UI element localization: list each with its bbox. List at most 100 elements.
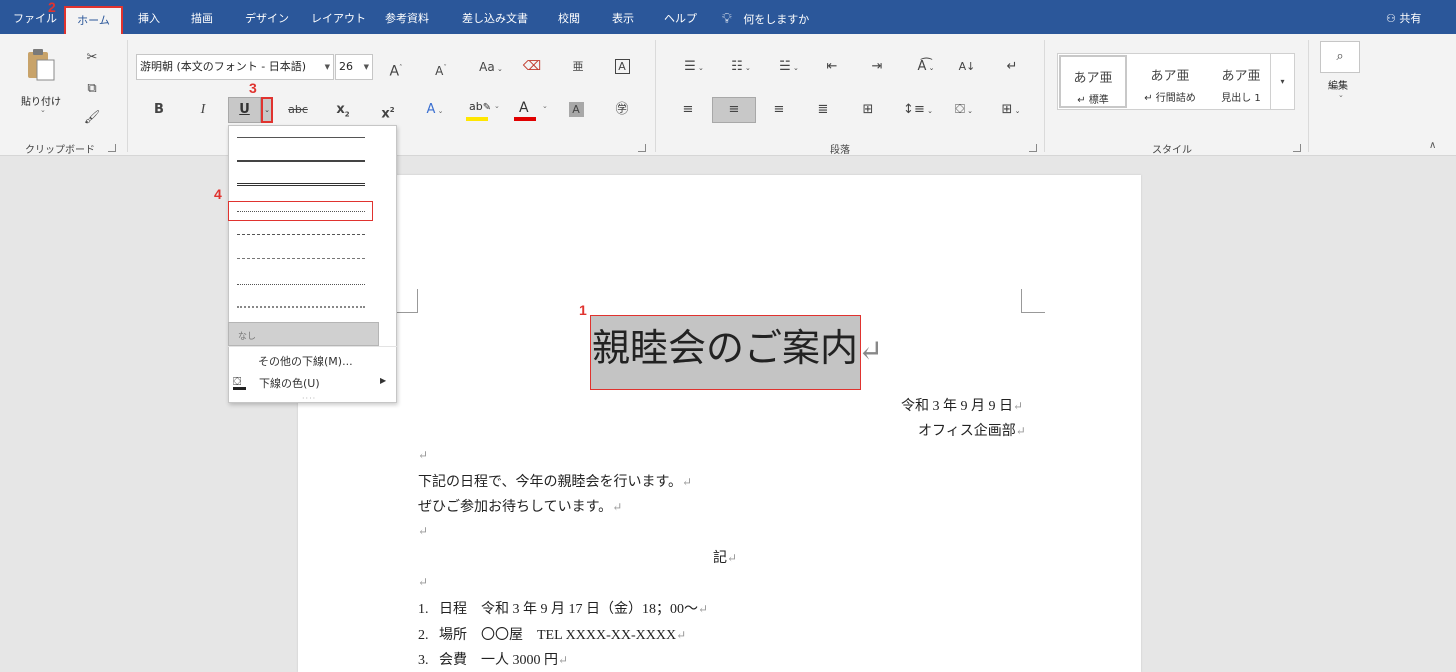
- tab-home[interactable]: ホーム: [64, 6, 123, 34]
- distributed-icon[interactable]: ⊞: [858, 100, 878, 120]
- tell-me-label: 何をしますか: [743, 13, 810, 26]
- styles-group-label: スタイル: [1152, 145, 1192, 156]
- align-left-icon[interactable]: ≡: [678, 100, 698, 120]
- font-name-select[interactable]: 游明朝 (本文のフォント - 日本語) ▼: [136, 54, 334, 80]
- bold-button[interactable]: B: [149, 100, 169, 120]
- chevron-down-icon: ▼: [363, 63, 369, 71]
- list-item[interactable]: 2. 場所 〇〇屋 TEL XXXX-XX-XXXX↵: [418, 624, 686, 644]
- phonetic-guide-icon[interactable]: 亜: [568, 57, 588, 77]
- italic-button[interactable]: I: [193, 100, 213, 120]
- body-line-2[interactable]: ぜひご参加お待ちしています。↵: [418, 496, 622, 516]
- document-department[interactable]: オフィス企画部↵: [918, 420, 1026, 440]
- justify-icon[interactable]: ≣: [813, 100, 833, 120]
- step-marker-1: 1: [579, 302, 587, 318]
- decrease-indent-icon[interactable]: ⇤: [822, 57, 842, 77]
- style-no-spacing[interactable]: あア亜 ↵ 行間詰め: [1130, 55, 1210, 108]
- underline-dotted-option[interactable]: [228, 201, 373, 221]
- tab-design[interactable]: デザイン: [245, 0, 289, 34]
- document-date[interactable]: 令和 3 年 9 月 9 日↵: [901, 395, 1023, 415]
- multilevel-list-icon[interactable]: ☱ ⌄: [771, 57, 807, 77]
- tab-layout[interactable]: レイアウト: [311, 0, 366, 34]
- more-underlines-item[interactable]: その他の下線(M)...: [258, 353, 353, 369]
- font-size-value: 26: [339, 60, 353, 73]
- superscript-button[interactable]: x2: [378, 100, 398, 121]
- chevron-right-icon: ▶: [380, 376, 387, 385]
- list-number: 2.: [418, 628, 429, 643]
- ribbon-tab-bar: ファイル ホーム 挿入 描画 デザイン レイアウト 参考資料 差し込み文書 校閲…: [0, 0, 1456, 34]
- grow-font-button[interactable]: Aˆ: [386, 58, 406, 80]
- share-button[interactable]: ⚇ 共有: [1386, 0, 1421, 34]
- ki-text: 記: [713, 551, 727, 566]
- tab-references[interactable]: 参考資料: [385, 0, 429, 34]
- style-normal[interactable]: あア亜 ↵ 標準: [1059, 55, 1127, 108]
- text-effects-icon[interactable]: A ⌄: [420, 100, 450, 120]
- resize-grip-icon[interactable]: ····: [302, 394, 316, 403]
- clear-formatting-icon[interactable]: ⌫: [522, 57, 542, 77]
- paragraph-launcher-icon[interactable]: [1029, 144, 1037, 152]
- underline-dot-dash[interactable]: [237, 258, 365, 259]
- copy-icon[interactable]: ⧉: [82, 79, 102, 99]
- change-case-button[interactable]: Aa ⌄: [476, 57, 506, 77]
- character-shading-icon[interactable]: A: [566, 100, 586, 120]
- align-center-button[interactable]: ≡: [712, 97, 756, 123]
- underline-dashed[interactable]: [237, 234, 365, 235]
- underline-dot-dot-dash[interactable]: [237, 284, 365, 285]
- shrink-font-button[interactable]: Aˇ: [431, 58, 451, 78]
- styles-launcher-icon[interactable]: [1293, 144, 1301, 152]
- cut-icon[interactable]: ✂: [82, 48, 102, 68]
- enclose-characters-icon[interactable]: ㊫: [612, 100, 632, 120]
- ki-heading[interactable]: 記↵: [713, 547, 737, 567]
- tab-help[interactable]: ヘルプ: [664, 0, 697, 34]
- body-line-1[interactable]: 下記の日程で、今年の親睦会を行います。↵: [418, 471, 692, 491]
- character-border-icon[interactable]: A: [612, 57, 632, 77]
- chevron-down-icon: ⌄: [1338, 91, 1344, 99]
- title-text: 親睦会のご案内: [592, 328, 859, 370]
- clipboard-launcher-icon[interactable]: [108, 144, 116, 152]
- styles-more-button[interactable]: ▾: [1270, 53, 1295, 110]
- clipboard-icon: [28, 49, 55, 81]
- font-color-button[interactable]: A ⌄: [514, 100, 554, 122]
- line-spacing-icon[interactable]: ↕≡ ⌄: [902, 100, 934, 120]
- shading-icon[interactable]: ⛋ ⌄: [946, 100, 982, 120]
- asian-layout-icon[interactable]: A͡ ⌄: [911, 57, 941, 77]
- underline-button[interactable]: U: [228, 97, 261, 123]
- document-title[interactable]: 親睦会のご案内↵: [592, 324, 883, 377]
- underline-thick[interactable]: [237, 160, 365, 162]
- strikethrough-button[interactable]: abc: [285, 100, 311, 120]
- underline-dropdown-button[interactable]: ⌄: [261, 97, 273, 123]
- borders-icon[interactable]: ⊞ ⌄: [993, 100, 1029, 120]
- list-number: 3.: [418, 653, 429, 668]
- underline-single[interactable]: [237, 137, 365, 138]
- align-right-icon[interactable]: ≡: [769, 100, 789, 120]
- find-button[interactable]: ⌕: [1320, 41, 1360, 73]
- tab-insert[interactable]: 挿入: [138, 0, 160, 34]
- format-painter-icon[interactable]: 🖌︎: [82, 108, 102, 128]
- underline-none-option[interactable]: なし: [228, 322, 379, 346]
- font-launcher-icon[interactable]: [638, 144, 646, 152]
- highlight-color-button[interactable]: ab✎ ⌄: [466, 100, 506, 122]
- increase-indent-icon[interactable]: ⇥: [867, 57, 887, 77]
- underline-double[interactable]: [237, 183, 365, 187]
- subscript-glyph: x: [336, 102, 345, 117]
- underline-wave[interactable]: [237, 306, 365, 308]
- style-heading-1[interactable]: あア亜 見出し 1: [1208, 55, 1274, 108]
- bullets-icon[interactable]: ☰ ⌄: [676, 57, 712, 77]
- tab-view[interactable]: 表示: [612, 0, 634, 34]
- font-size-select[interactable]: 26 ▼: [335, 54, 373, 80]
- list-item[interactable]: 3. 会費 一人 3000 円↵: [418, 649, 568, 669]
- tab-review[interactable]: 校閲: [558, 0, 580, 34]
- tab-draw[interactable]: 描画: [191, 0, 213, 34]
- style-name: 見出し 1: [1221, 93, 1261, 104]
- tab-mailings[interactable]: 差し込み文書: [462, 0, 528, 34]
- list-item[interactable]: 1. 日程 令和 3 年 9 月 17 日（金）18；00〜↵: [418, 598, 708, 618]
- numbering-icon[interactable]: ☷ ⌄: [723, 57, 759, 77]
- paste-button[interactable]: 貼り付け ⌄: [14, 44, 68, 120]
- subscript-button[interactable]: x2: [333, 100, 353, 120]
- sort-icon[interactable]: A↓: [957, 57, 977, 77]
- step-marker-2: 2: [48, 0, 56, 15]
- show-marks-icon[interactable]: ↵: [1002, 57, 1022, 77]
- collapse-ribbon-icon[interactable]: ∧: [1429, 140, 1436, 151]
- font-color-glyph: A: [519, 100, 529, 116]
- highlighter-icon: ab✎: [469, 100, 492, 113]
- tell-me-search[interactable]: 💡︎ 何をしますか: [722, 0, 809, 34]
